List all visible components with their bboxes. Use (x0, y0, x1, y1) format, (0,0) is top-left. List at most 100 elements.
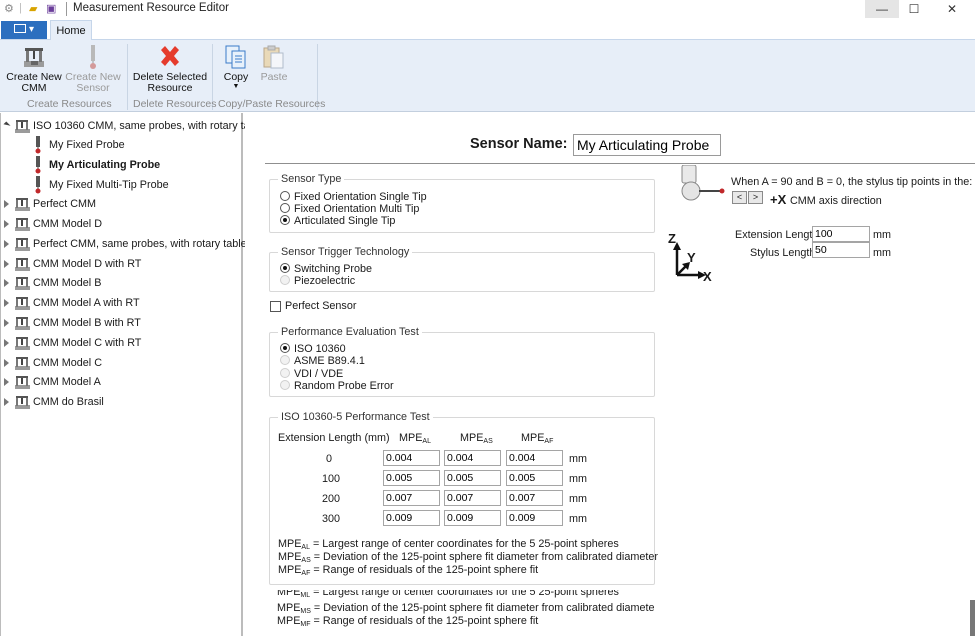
create-new-sensor-button[interactable]: Create New Sensor (65, 44, 121, 96)
paste-button[interactable]: Paste (256, 44, 292, 96)
radio-button[interactable] (280, 368, 290, 378)
application-menu-button[interactable]: ▾ (1, 21, 47, 39)
minimize-button[interactable]: — (865, 0, 899, 18)
mpe-al-input[interactable] (383, 450, 440, 466)
extension-length-cell: 200 (322, 493, 341, 505)
cmm-icon (15, 357, 30, 370)
expand-icon[interactable] (4, 319, 9, 327)
perfect-sensor-label: Perfect Sensor (285, 300, 357, 312)
tree-node-cmm[interactable]: CMM Model D with RT (1, 254, 241, 274)
save-icon[interactable]: ▣ (46, 2, 56, 15)
delete-selected-resource-button[interactable]: Delete Selected Resource (131, 44, 209, 96)
collapse-icon[interactable] (3, 121, 11, 129)
radio-button[interactable] (280, 275, 290, 285)
mpe-as-input[interactable] (444, 450, 501, 466)
mpe-af-input[interactable] (506, 490, 563, 506)
copy-dropdown-icon[interactable]: ▼ (218, 83, 254, 91)
stylus-length-input[interactable] (812, 242, 870, 258)
expand-icon[interactable] (4, 339, 9, 347)
cmm-icon (24, 48, 44, 67)
mpe-af-input[interactable] (506, 470, 563, 486)
radio-label: VDI / VDE (294, 368, 344, 380)
mpe-as-input[interactable] (444, 470, 501, 486)
vertical-scrollbar[interactable] (970, 600, 975, 636)
expand-icon[interactable] (4, 279, 9, 287)
title-separator (66, 2, 67, 16)
extension-length-input[interactable] (812, 226, 870, 242)
expand-icon[interactable] (4, 359, 9, 367)
direction-axis-value: +X (770, 192, 787, 207)
tree-node-sensor[interactable]: My Fixed Multi-Tip Probe (1, 175, 241, 195)
open-folder-icon[interactable]: ▰ (29, 2, 37, 15)
copy-button[interactable]: Copy ▼ (218, 44, 254, 96)
radio-button-checked[interactable] (280, 343, 290, 353)
radio-button[interactable] (280, 203, 290, 213)
tab-home[interactable]: Home (50, 20, 92, 41)
radio-asme-b89[interactable]: ASME B89.4.1 (280, 355, 365, 368)
expand-icon[interactable] (4, 398, 9, 406)
settings-icon[interactable]: ⚙ (4, 2, 14, 15)
radio-button[interactable] (280, 355, 290, 365)
radio-button-checked[interactable] (280, 215, 290, 225)
tree-node-label: Perfect CMM, same probes, with rotary ta… (33, 238, 247, 250)
direction-axis-suffix: CMM axis direction (790, 195, 882, 207)
paste-icon (263, 45, 284, 69)
tree-node-cmm[interactable]: CMM Model D (1, 214, 241, 234)
tree-node-cmm[interactable]: Perfect CMM (1, 194, 241, 214)
close-button[interactable]: ✕ (935, 0, 969, 18)
expand-icon[interactable] (4, 220, 9, 228)
radio-button[interactable] (280, 191, 290, 201)
mpe-al-input[interactable] (383, 470, 440, 486)
tree-node-root[interactable]: ISO 10360 CMM, same probes, with rotary … (1, 116, 264, 136)
copy-label: Copy (223, 71, 249, 83)
tree-node-cmm[interactable]: CMM Model A (1, 372, 241, 392)
radio-button-checked[interactable] (280, 263, 290, 273)
cmm-icon (15, 376, 30, 389)
mpe-as-definition: MPEAS = Deviation of the 125-point spher… (278, 551, 658, 564)
sensor-name-input[interactable] (573, 134, 721, 156)
tree-node-cmm[interactable]: CMM Model C (1, 353, 241, 373)
direction-next-button[interactable]: > (748, 191, 763, 204)
mpe-as-input[interactable] (444, 490, 501, 506)
mpe-al-input[interactable] (383, 490, 440, 506)
expand-icon[interactable] (4, 378, 9, 386)
tree-node-cmm[interactable]: CMM Model B with RT (1, 313, 241, 333)
tree-node-label: My Fixed Multi-Tip Probe (49, 179, 169, 191)
tree-node-cmm[interactable]: CMM Model B (1, 273, 241, 293)
iso-test-group: ISO 10360-5 Performance Test Extension L… (269, 411, 658, 585)
resource-tree[interactable]: ISO 10360 CMM, same probes, with rotary … (0, 113, 264, 636)
radio-button[interactable] (280, 380, 290, 390)
cmm-icon (15, 258, 30, 271)
tree-node-sensor[interactable]: My Fixed Probe (1, 135, 241, 155)
radio-label: Random Probe Error (294, 380, 394, 392)
cmm-icon (15, 396, 30, 409)
expand-icon[interactable] (4, 299, 9, 307)
tree-node-cmm[interactable]: CMM Model C with RT (1, 333, 241, 353)
column-header-mpe-as: MPEAS (460, 432, 493, 445)
title-bar: ⚙ | ▰ ▣ Measurement Resource Editor — ☐ … (0, 0, 975, 20)
tree-node-cmm[interactable]: CMM do Brasil (1, 392, 241, 412)
direction-previous-button[interactable]: < (732, 191, 747, 204)
unit-label: mm (569, 473, 587, 485)
create-new-sensor-label: Create New Sensor (65, 71, 121, 94)
create-new-cmm-button[interactable]: Create New CMM (5, 44, 63, 96)
tree-node-cmm[interactable]: Perfect CMM, same probes, with rotary ta… (1, 234, 247, 254)
perfect-sensor-checkbox[interactable] (270, 301, 281, 312)
delete-x-icon (161, 46, 179, 66)
expand-icon[interactable] (4, 200, 9, 208)
mpe-af-input[interactable] (506, 510, 563, 526)
expand-icon[interactable] (4, 240, 9, 248)
sensor-probe-icon (90, 45, 96, 69)
tree-node-cmm[interactable]: CMM Model A with RT (1, 293, 241, 313)
radio-articulated-single-tip[interactable]: Articulated Single Tip (280, 215, 395, 228)
maximize-button[interactable]: ☐ (897, 0, 931, 18)
mpe-af-input[interactable] (506, 450, 563, 466)
radio-piezoelectric[interactable]: Piezoelectric (280, 275, 355, 288)
radio-random-probe-error[interactable]: Random Probe Error (280, 380, 394, 393)
mpe-ml-definition: MPEML = Largest range of center coordina… (277, 590, 619, 599)
tree-node-sensor-selected[interactable]: My Articulating Probe (1, 155, 241, 175)
mpe-al-input[interactable] (383, 510, 440, 526)
expand-icon[interactable] (4, 260, 9, 268)
extension-length-cell: 100 (322, 473, 341, 485)
mpe-as-input[interactable] (444, 510, 501, 526)
